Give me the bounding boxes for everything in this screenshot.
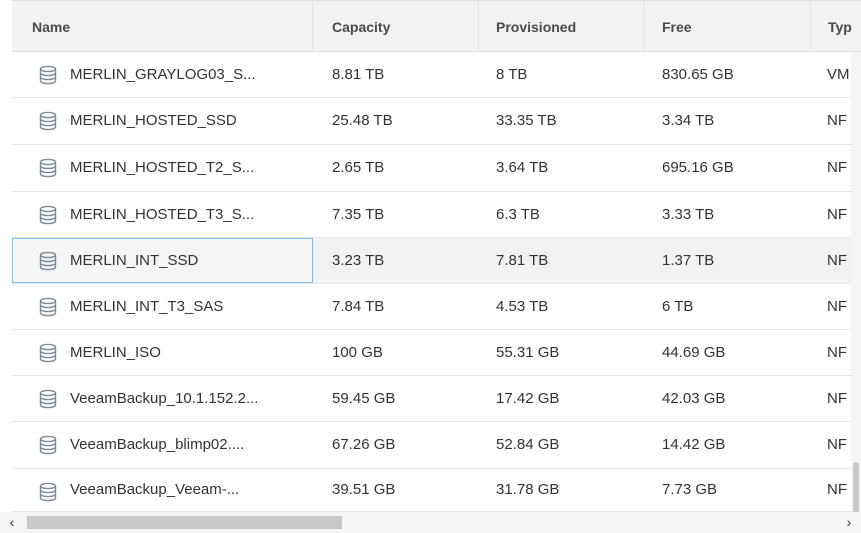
column-header-capacity[interactable]: Capacity — [313, 1, 479, 53]
provisioned-cell: 3.64 TB — [496, 159, 549, 176]
datastore-name: MERLIN_HOSTED_T3_S... — [70, 206, 255, 223]
table-row[interactable]: MERLIN_INT_SSD 3.23 TB 7.81 TB 1.37 TB NF — [12, 238, 861, 284]
free-cell: 7.73 GB — [662, 481, 718, 498]
capacity-cell: 3.23 TB — [332, 252, 385, 269]
column-header-label: Name — [32, 19, 71, 35]
provisioned-cell: 6.3 TB — [496, 206, 540, 223]
capacity-cell: 100 GB — [332, 344, 383, 361]
database-icon — [39, 435, 57, 455]
provisioned-cell: 8 TB — [496, 66, 528, 83]
horizontal-scrollbar[interactable]: ‹ › — [0, 512, 861, 533]
free-cell: 1.37 TB — [662, 252, 715, 269]
name-cell[interactable]: MERLIN_HOSTED_SSD — [12, 98, 313, 144]
capacity-cell: 8.81 TB — [332, 66, 385, 83]
table-row[interactable]: VeeamBackup_Veeam-... 39.51 GB 31.78 GB 7.7… — [12, 469, 861, 512]
free-cell: 44.69 GB — [662, 344, 726, 361]
database-icon — [39, 343, 57, 363]
free-cell: 3.33 TB — [662, 206, 715, 223]
capacity-cell: 7.84 TB — [332, 298, 385, 315]
table-row[interactable]: MERLIN_INT_T3_SAS 7.84 TB 4.53 TB 6 TB NF — [12, 284, 861, 330]
column-header-name[interactable]: Name — [12, 1, 313, 53]
column-header-label: Free — [662, 19, 692, 35]
datastore-name: VeeamBackup_Veeam-... — [70, 481, 240, 498]
free-cell: 14.42 GB — [662, 436, 726, 453]
table-row[interactable]: MERLIN_HOSTED_SSD 25.48 TB 33.35 TB 3.34 TB… — [12, 98, 861, 145]
table-row[interactable]: VeeamBackup_blimp02.... 67.26 GB 52.84 GB 1… — [12, 422, 861, 469]
datastore-name: MERLIN_GRAYLOG03_S... — [70, 66, 256, 83]
vertical-scrollbar[interactable] — [851, 52, 861, 533]
database-icon — [39, 389, 57, 409]
name-cell[interactable]: MERLIN_GRAYLOG03_S... — [12, 52, 313, 97]
name-cell[interactable]: MERLIN_INT_SSD — [12, 238, 313, 283]
capacity-cell: 7.35 TB — [332, 206, 385, 223]
free-cell: 42.03 GB — [662, 390, 726, 407]
provisioned-cell: 52.84 GB — [496, 436, 560, 453]
database-icon — [39, 251, 57, 271]
name-cell[interactable]: VeeamBackup_blimp02.... — [12, 422, 313, 468]
table-row[interactable]: MERLIN_HOSTED_T2_S... 2.65 TB 3.64 TB 695.1… — [12, 145, 861, 192]
capacity-cell: 39.51 GB — [332, 481, 396, 498]
capacity-cell: 59.45 GB — [332, 390, 396, 407]
table-row[interactable]: MERLIN_GRAYLOG03_S... 8.81 TB 8 TB 830.65 G… — [12, 52, 861, 98]
scroll-right-arrow-icon[interactable]: › — [839, 512, 859, 533]
name-cell[interactable]: MERLIN_HOSTED_T2_S... — [12, 145, 313, 191]
free-cell: 6 TB — [662, 298, 694, 315]
name-cell[interactable]: VeeamBackup_Veeam-... — [12, 469, 313, 511]
provisioned-cell: 7.81 TB — [496, 252, 549, 269]
name-cell[interactable]: VeeamBackup_10.1.152.2... — [12, 376, 313, 421]
column-header-label: Provisioned — [496, 19, 577, 35]
horizontal-scroll-thumb[interactable] — [27, 516, 342, 529]
provisioned-cell: 55.31 GB — [496, 344, 560, 361]
provisioned-cell: 31.78 GB — [496, 481, 560, 498]
grid-header: Name Capacity Provisioned Free Typ — [12, 0, 861, 53]
database-icon — [39, 297, 57, 317]
datastore-grid: Name Capacity Provisioned Free Typ MERLI… — [0, 0, 861, 533]
datastore-name: MERLIN_HOSTED_T2_S... — [70, 159, 255, 176]
database-icon — [39, 65, 57, 85]
provisioned-cell: 17.42 GB — [496, 390, 560, 407]
column-header-provisioned[interactable]: Provisioned — [479, 1, 645, 53]
datastore-name: MERLIN_HOSTED_SSD — [70, 112, 237, 129]
free-cell: 830.65 GB — [662, 66, 734, 83]
datastore-name: MERLIN_ISO — [70, 344, 161, 361]
provisioned-cell: 33.35 TB — [496, 112, 557, 129]
capacity-cell: 67.26 GB — [332, 436, 396, 453]
column-header-type[interactable]: Typ — [811, 1, 861, 53]
capacity-cell: 25.48 TB — [332, 112, 393, 129]
column-header-free[interactable]: Free — [645, 1, 811, 53]
table-row[interactable]: MERLIN_HOSTED_T3_S... 7.35 TB 6.3 TB 3.33 T… — [12, 192, 861, 238]
scroll-left-arrow-icon[interactable]: ‹ — [2, 512, 22, 533]
database-icon — [39, 158, 57, 178]
name-cell[interactable]: MERLIN_HOSTED_T3_S... — [12, 192, 313, 237]
free-cell: 695.16 GB — [662, 159, 734, 176]
database-icon — [39, 482, 57, 502]
free-cell: 3.34 TB — [662, 112, 715, 129]
datastore-name: VeeamBackup_blimp02.... — [70, 436, 245, 453]
table-row[interactable]: VeeamBackup_10.1.152.2... 59.45 GB 17.42 G… — [12, 376, 861, 422]
database-icon — [39, 111, 57, 131]
datastore-name: VeeamBackup_10.1.152.2... — [70, 390, 259, 407]
name-cell[interactable]: MERLIN_INT_T3_SAS — [12, 284, 313, 329]
database-icon — [39, 205, 57, 225]
column-header-label: Typ — [828, 19, 852, 35]
table-row[interactable]: MERLIN_ISO 100 GB 55.31 GB 44.69 GB NF — [12, 330, 861, 376]
datastore-name: MERLIN_INT_SSD — [70, 252, 199, 269]
provisioned-cell: 4.53 TB — [496, 298, 549, 315]
column-header-label: Capacity — [332, 19, 391, 35]
datastore-name: MERLIN_INT_T3_SAS — [70, 298, 224, 315]
capacity-cell: 2.65 TB — [332, 159, 385, 176]
name-cell[interactable]: MERLIN_ISO — [12, 330, 313, 375]
